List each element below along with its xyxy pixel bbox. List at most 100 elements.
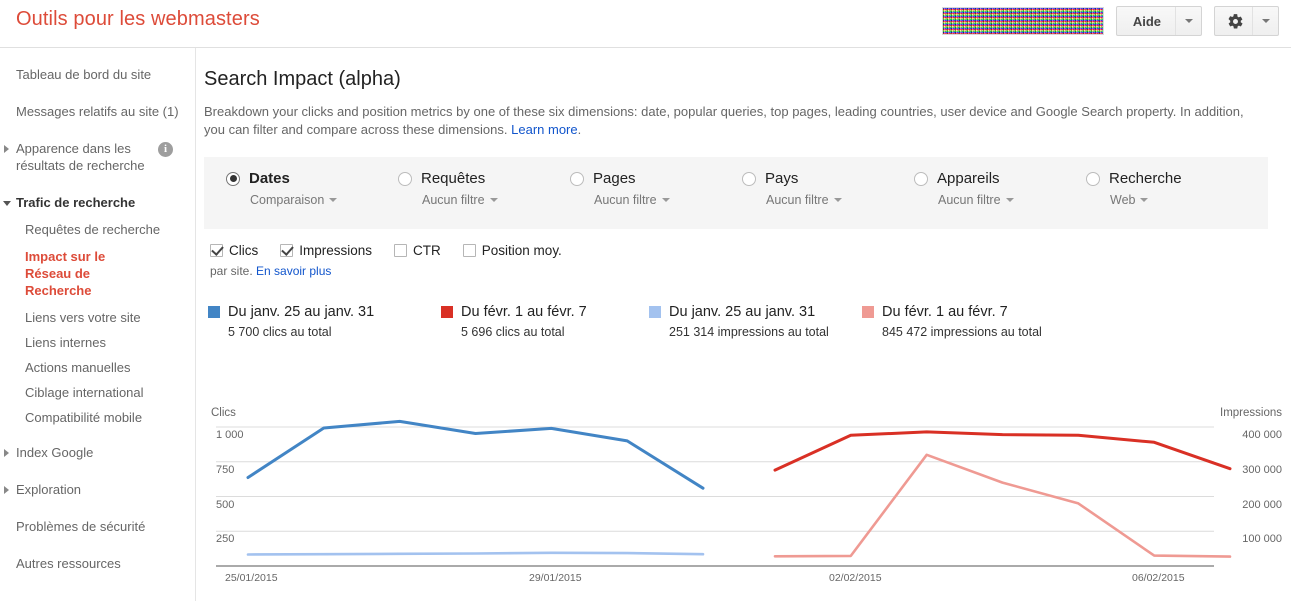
legend-item-impressions-a[interactable]: Du janv. 25 au janv. 31 251 314 impressi…	[649, 304, 862, 339]
help-button[interactable]: Aide	[1115, 6, 1202, 36]
dimension-queries[interactable]: Requêtes Aucun filtre	[388, 170, 560, 207]
metric-clics[interactable]: Clics	[210, 243, 258, 258]
chevron-down-icon	[1140, 198, 1149, 202]
sidebar-item-label: Tableau de bord du site	[16, 67, 152, 82]
dimension-countries-filter[interactable]: Aucun filtre	[766, 193, 904, 207]
chevron-down-icon	[661, 198, 670, 202]
chart-series-line	[773, 430, 1232, 472]
checkbox-clics[interactable]	[210, 244, 223, 257]
sidebar-item-manual-actions[interactable]: Actions manuelles	[0, 355, 195, 380]
search-impact-chart: Clics Impressions 250 100 000 500 200 000 75…	[0, 400, 1291, 601]
redacted-account-image	[941, 7, 1104, 35]
dimension-label: Requêtes	[421, 170, 486, 187]
legend-total: 845 472 impressions au total	[882, 325, 1042, 339]
legend-swatch-icon	[862, 306, 874, 318]
chevron-down-icon	[489, 198, 498, 202]
sidebar-item-label: Ciblage international	[25, 385, 144, 400]
metric-impressions[interactable]: Impressions	[280, 243, 372, 258]
sidebar-item-internal-links[interactable]: Liens internes	[0, 330, 195, 355]
dimension-pages[interactable]: Pages Aucun filtre	[560, 170, 732, 207]
chevron-down-icon[interactable]	[1252, 7, 1278, 35]
page-description-text: Breakdown your clicks and position metri…	[204, 104, 1244, 137]
radio-countries[interactable]	[742, 171, 756, 186]
dimension-filter-label: Aucun filtre	[766, 193, 829, 207]
dimension-filter-label: Aucun filtre	[422, 193, 485, 207]
top-bar-actions: Aide	[941, 6, 1279, 36]
checkbox-position[interactable]	[462, 244, 476, 257]
par-site-note: par site. En savoir plus	[210, 264, 1275, 278]
chevron-down-icon[interactable]	[3, 201, 11, 206]
en-savoir-plus-link[interactable]: En savoir plus	[256, 264, 331, 278]
metric-label: Position moy.	[481, 243, 562, 258]
y-tick-left: 250	[216, 533, 235, 546]
dimension-label: Recherche	[1109, 170, 1182, 187]
legend-label: Du janv. 25 au janv. 31	[228, 304, 375, 320]
dimension-dates-filter[interactable]: Comparaison	[250, 193, 388, 207]
dimension-queries-filter[interactable]: Aucun filtre	[422, 193, 560, 207]
dimension-devices[interactable]: Appareils Aucun filtre	[904, 170, 1076, 207]
chevron-right-icon[interactable]	[4, 145, 9, 153]
dimension-search-type[interactable]: Recherche Web	[1076, 170, 1248, 207]
legend-item-clics-b[interactable]: Du févr. 1 au févr. 7 5 696 clics au tot…	[441, 304, 649, 339]
dimension-pages-filter[interactable]: Aucun filtre	[594, 193, 732, 207]
chevron-down-icon[interactable]	[1175, 7, 1201, 35]
app-title[interactable]: Outils pour les webmasters	[16, 8, 260, 31]
legend-item-clics-a[interactable]: Du janv. 25 au janv. 31 5 700 clics au t…	[208, 304, 441, 339]
info-icon[interactable]: i	[158, 142, 173, 157]
sidebar-item-dashboard[interactable]: Tableau de bord du site	[0, 60, 195, 89]
dimension-selector-bar: Dates Comparaison Requêtes Aucun filtre	[204, 157, 1268, 229]
x-tick: 25/01/2015	[225, 572, 278, 584]
sidebar-item-messages[interactable]: Messages relatifs au site (1)	[0, 97, 195, 126]
radio-dates[interactable]	[226, 171, 240, 186]
page-description: Breakdown your clicks and position metri…	[204, 103, 1259, 139]
sidebar-item-label: Messages relatifs au site (1)	[16, 104, 179, 119]
metric-position[interactable]: Position moy.	[462, 243, 562, 258]
y-tick-left: 500	[216, 498, 235, 511]
legend-total: 5 696 clics au total	[461, 325, 565, 339]
legend-total: 5 700 clics au total	[228, 325, 332, 339]
chart-series-line	[773, 453, 1232, 558]
dimension-filter-label: Aucun filtre	[938, 193, 1001, 207]
legend-item-impressions-b[interactable]: Du févr. 1 au févr. 7 845 472 impression…	[862, 304, 1092, 339]
sidebar-item-label: Impact sur le Réseau de Recherche	[25, 249, 106, 298]
chart-series-line	[246, 419, 705, 490]
settings-button[interactable]	[1214, 6, 1279, 36]
sidebar-item-search-impact[interactable]: Impact sur le Réseau de Recherche	[0, 242, 150, 305]
radio-devices[interactable]	[914, 171, 928, 186]
metric-ctr[interactable]: CTR	[394, 243, 441, 258]
sidebar-item-search-queries[interactable]: Requêtes de recherche	[0, 217, 195, 242]
sidebar-item-label: Requêtes de recherche	[25, 222, 161, 237]
chevron-down-icon	[329, 198, 338, 202]
dimension-label: Pages	[593, 170, 636, 187]
sidebar-item-label: Apparence dans les résultats de recherch…	[16, 141, 145, 173]
chart-series-line	[246, 551, 705, 556]
x-tick: 29/01/2015	[529, 572, 582, 584]
metric-label: CTR	[413, 243, 441, 258]
legend-swatch-icon	[208, 306, 220, 318]
radio-pages[interactable]	[570, 171, 584, 186]
legend-swatch-icon	[649, 306, 661, 318]
sidebar-item-search-traffic[interactable]: Trafic de recherche	[0, 188, 195, 217]
sidebar-item-search-appearance[interactable]: Apparence dans les résultats de recherch…	[0, 134, 195, 180]
chart-plot	[216, 419, 1232, 567]
legend-label: Du févr. 1 au févr. 7	[882, 304, 1008, 320]
dimension-countries[interactable]: Pays Aucun filtre	[732, 170, 904, 207]
y-tick-right: 200 000	[1242, 498, 1282, 511]
dimension-filter-label: Aucun filtre	[594, 193, 657, 207]
checkbox-impressions[interactable]	[280, 244, 294, 257]
gear-icon	[1215, 13, 1252, 30]
dimension-devices-filter[interactable]: Aucun filtre	[938, 193, 1076, 207]
checkbox-ctr[interactable]	[394, 244, 408, 257]
radio-search-type[interactable]	[1086, 171, 1100, 186]
chevron-down-icon	[833, 198, 842, 202]
radio-queries[interactable]	[398, 171, 412, 186]
learn-more-link[interactable]: Learn more	[511, 122, 577, 137]
metric-label: Impressions	[299, 243, 373, 258]
y-tick-right: 100 000	[1242, 533, 1282, 546]
dimension-search-type-filter[interactable]: Web	[1110, 193, 1248, 207]
dimension-dates[interactable]: Dates Comparaison	[204, 170, 388, 207]
y-tick-right: 400 000	[1242, 429, 1282, 441]
legend-swatch-icon	[441, 306, 453, 318]
sidebar-item-label: Trafic de recherche	[16, 195, 136, 210]
sidebar-item-links-to-your-site[interactable]: Liens vers votre site	[0, 305, 195, 330]
